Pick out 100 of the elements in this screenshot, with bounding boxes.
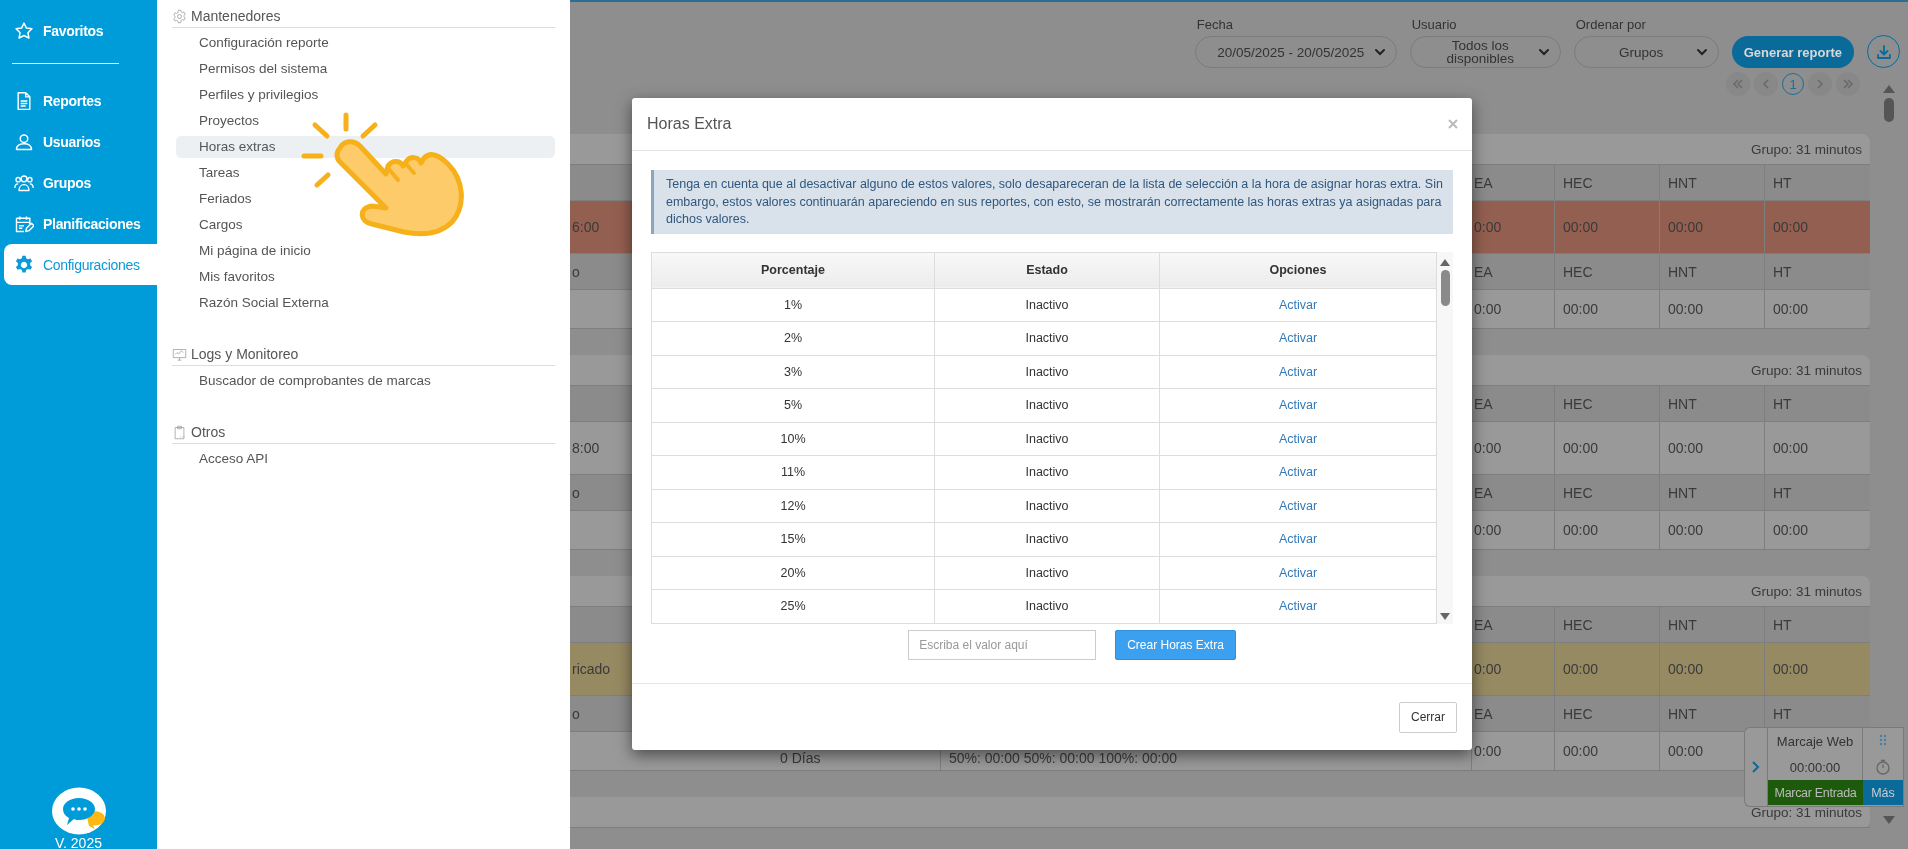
first-page-button[interactable] <box>1726 72 1750 96</box>
scroll-down-icon[interactable] <box>1882 815 1896 825</box>
last-page-button[interactable] <box>1836 72 1860 96</box>
sidebar-item[interactable]: Configuraciones <box>4 244 157 285</box>
filter-label: Usuario <box>1410 17 1458 32</box>
table-cell: 00:00 <box>1773 440 1809 456</box>
table-cell: Inactivo <box>1025 297 1069 312</box>
table-cell: Inactivo <box>1025 565 1069 580</box>
activate-link[interactable]: Activar <box>1278 398 1318 413</box>
scroll-down-icon[interactable] <box>1439 611 1451 621</box>
table-cell: 00:00 <box>1563 219 1599 235</box>
table-cell: 5% <box>783 398 803 413</box>
column-header: HNT <box>1668 263 1697 280</box>
column-header: HEC <box>1563 705 1593 722</box>
activate-link[interactable]: Activar <box>1278 599 1318 614</box>
table-cell: 6:00 <box>572 219 600 235</box>
menu-section-title: Otros <box>191 424 226 440</box>
table-cell: 0:00 <box>1474 743 1502 759</box>
table-cell: Inactivo <box>1025 532 1069 547</box>
column-header: HT <box>1773 484 1792 501</box>
activate-link[interactable]: Activar <box>1278 498 1318 513</box>
group-summary: Grupo: 31 minutos <box>1750 141 1862 157</box>
table-cell: o <box>572 484 580 501</box>
table-cell: o <box>572 705 580 722</box>
sidebar-item[interactable]: Favoritos <box>4 10 157 51</box>
menu-item[interactable]: Horas extras <box>176 136 555 158</box>
column-header: HT <box>1773 174 1792 191</box>
value-input[interactable]: Escriba el valor aquí <box>908 629 1097 660</box>
sidebar-item[interactable]: Grupos <box>4 162 157 203</box>
column-header: HEC <box>1563 616 1593 633</box>
column-header: HT <box>1773 395 1792 412</box>
table-cell: 1% <box>783 297 803 312</box>
next-page-button[interactable] <box>1808 72 1832 96</box>
table-cell: 00:00 <box>1668 522 1704 538</box>
activate-link[interactable]: Activar <box>1278 331 1318 346</box>
table-cell: 12% <box>780 498 806 513</box>
menu-item[interactable]: Feriados <box>176 188 555 210</box>
scrollbar-thumb[interactable] <box>1440 269 1450 306</box>
menu-item[interactable]: Mi página de inicio <box>176 240 555 262</box>
clock-time: 00:00:00 <box>1789 759 1841 775</box>
sidebar-item[interactable]: Planificaciones <box>4 203 157 244</box>
menu-item[interactable]: Razón Social Externa <box>176 292 555 314</box>
table-cell: 11% <box>780 465 806 480</box>
close-icon[interactable] <box>1448 119 1458 129</box>
chevron-down-icon <box>1537 46 1550 58</box>
menu-item[interactable]: Tareas <box>176 162 555 184</box>
activate-link[interactable]: Activar <box>1278 465 1318 480</box>
scroll-up-icon[interactable] <box>1882 84 1896 94</box>
create-button[interactable]: Crear Horas Extra <box>1115 629 1236 660</box>
table-cell: 00:00 <box>1563 440 1599 456</box>
double-chevron-left-icon <box>1731 77 1745 91</box>
table-cell: Inactivo <box>1025 331 1069 346</box>
filter-label: Ordenar por <box>1574 17 1647 32</box>
stopwatch-icon <box>1875 759 1891 775</box>
menu-item[interactable]: Permisos del sistema <box>176 58 555 80</box>
version-label: V. 2025 <box>55 835 102 849</box>
sidebar-item[interactable]: Reportes <box>4 80 157 121</box>
dialog-title: Horas Extra <box>647 115 732 133</box>
table-cell: 25% <box>780 599 806 614</box>
table-cell: 8:00 <box>572 440 600 456</box>
sidebar-item[interactable]: Usuarios <box>4 121 157 162</box>
menu-item[interactable]: Buscador de comprobantes de marcas <box>176 370 555 392</box>
table-cell: 00:00 <box>1773 522 1809 538</box>
table-cell: Inactivo <box>1025 431 1069 446</box>
activate-link[interactable]: Activar <box>1278 364 1318 379</box>
dropdown[interactable]: Grupos <box>1573 36 1719 68</box>
column-header: Porcentaje <box>761 263 825 277</box>
filter-label: Fecha <box>1195 17 1234 32</box>
menu-item[interactable]: Acceso API <box>176 448 555 470</box>
table-cell: Inactivo <box>1025 498 1069 513</box>
table-cell: Inactivo <box>1025 465 1069 480</box>
double-chevron-right-icon <box>1841 77 1855 91</box>
expand-tab[interactable] <box>1744 727 1767 807</box>
menu-item[interactable]: Perfiles y privilegios <box>176 84 555 106</box>
column-header: EA <box>1474 616 1493 633</box>
table-cell: 00:00 <box>1668 661 1704 677</box>
table-cell: 00:00 <box>1563 743 1599 759</box>
dropdown[interactable]: 20/05/2025 - 20/05/2025 <box>1194 36 1397 68</box>
column-header: Estado <box>1026 263 1068 277</box>
generate-report-button[interactable]: Generar reporte <box>1731 36 1854 68</box>
close-button[interactable]: Cerrar <box>1399 701 1457 733</box>
activate-link[interactable]: Activar <box>1278 431 1318 446</box>
dropdown[interactable]: Todos los disponibles <box>1409 36 1561 68</box>
scrollbar-thumb[interactable] <box>1884 98 1894 122</box>
menu-item[interactable]: Proyectos <box>176 110 555 132</box>
table-cell: 00:00 <box>1563 301 1599 317</box>
table-cell: 00:00 <box>1668 743 1704 759</box>
menu-item[interactable]: Mis favoritos <box>176 266 555 288</box>
activate-link[interactable]: Activar <box>1278 297 1318 312</box>
scroll-up-icon[interactable] <box>1439 257 1451 267</box>
previous-page-button[interactable] <box>1754 72 1778 96</box>
user-icon <box>14 131 34 152</box>
column-header: HEC <box>1563 174 1593 191</box>
more-button[interactable]: Más <box>1863 780 1903 805</box>
activate-link[interactable]: Activar <box>1278 532 1318 547</box>
clock-in-button[interactable]: Marcar Entrada <box>1768 780 1863 805</box>
menu-item[interactable]: Configuración reporte <box>176 32 555 54</box>
activate-link[interactable]: Activar <box>1278 565 1318 580</box>
table-cell: 00:00 <box>1563 661 1599 677</box>
menu-item[interactable]: Cargos <box>176 214 555 236</box>
